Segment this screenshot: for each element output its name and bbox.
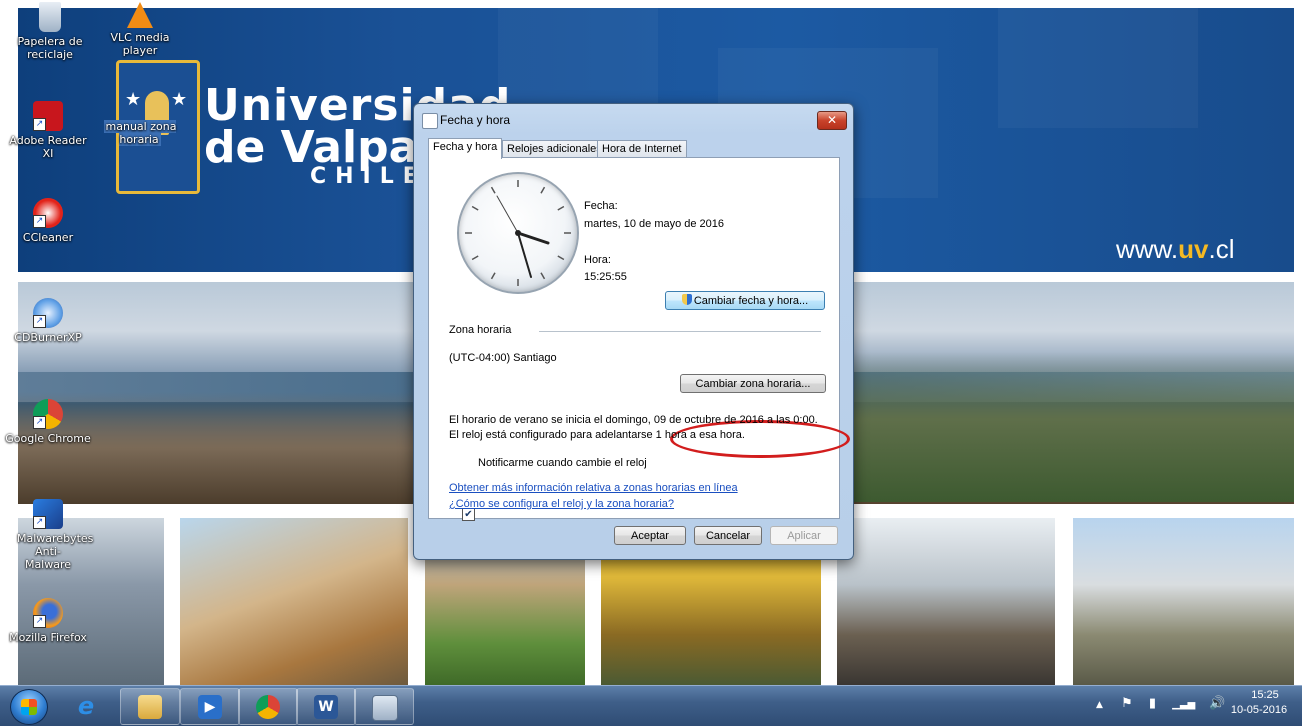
timezone-value: (UTC-04:00) Santiago bbox=[449, 352, 557, 364]
shortcut-arrow-icon: ↗ bbox=[33, 118, 46, 131]
apply-button[interactable]: Aplicar bbox=[770, 526, 838, 545]
ccleaner-icon: ↗ bbox=[33, 198, 63, 228]
adobe-reader-icon: ↗ bbox=[33, 101, 63, 131]
time-value: 15:25:55 bbox=[584, 271, 627, 283]
desktop-icon-ccleaner[interactable]: ↗ CCleaner bbox=[3, 198, 93, 244]
taskbar-internet-explorer[interactable]: e bbox=[57, 688, 115, 723]
shortcut-arrow-icon: ↗ bbox=[33, 315, 46, 328]
desktop-icon-manual-zona-horaria[interactable]: manual zona horaria bbox=[92, 120, 188, 146]
malwarebytes-icon: ↗ bbox=[33, 499, 63, 529]
close-button[interactable]: ✕ bbox=[817, 111, 847, 130]
chrome-icon bbox=[256, 695, 280, 719]
firefox-icon: ↗ bbox=[33, 598, 63, 628]
timezone-divider bbox=[539, 331, 821, 332]
show-hidden-icons-chevron-icon[interactable]: ▲ bbox=[1096, 700, 1103, 710]
link-howto[interactable]: ¿Cómo se configura el reloj y la zona ho… bbox=[449, 498, 674, 510]
change-timezone-button[interactable]: Cambiar zona horaria... bbox=[680, 374, 826, 393]
analog-clock-icon bbox=[457, 172, 579, 294]
cancel-button[interactable]: Cancelar bbox=[694, 526, 762, 545]
university-country: CHILE bbox=[310, 164, 427, 189]
change-date-time-button[interactable]: Cambiar fecha y hora... bbox=[665, 291, 825, 310]
date-label: Fecha: bbox=[584, 200, 618, 212]
desktop-icon-cdburnerxp[interactable]: ↗ CDBurnerXP bbox=[3, 298, 93, 344]
vlc-icon bbox=[127, 2, 153, 28]
word-icon: W bbox=[314, 695, 338, 719]
start-button[interactable] bbox=[10, 689, 48, 725]
taskbar: e ▶ W ▲ ⚑ ▮ ▁▃▅ 🔊 15:25 10-05-2016 bbox=[0, 685, 1302, 726]
taskbar-media-player[interactable]: ▶ bbox=[180, 688, 240, 725]
dst-info-line1: El horario de verano se inicia el doming… bbox=[449, 414, 818, 426]
windows-logo-icon bbox=[21, 699, 37, 715]
shortcut-arrow-icon: ↗ bbox=[33, 215, 46, 228]
date-value: martes, 10 de mayo de 2016 bbox=[584, 218, 725, 230]
tray-clock-time[interactable]: 15:25 bbox=[1235, 689, 1295, 701]
notify-checkbox-label[interactable]: Notificarme cuando cambie el reloj bbox=[478, 457, 647, 469]
campus-photo-5 bbox=[837, 518, 1055, 685]
taskbar-calculator[interactable] bbox=[354, 688, 414, 725]
desktop-icon-recycle-bin[interactable]: Papelera de reciclaje bbox=[5, 2, 95, 61]
chrome-icon: ↗ bbox=[33, 399, 63, 429]
internet-explorer-icon: e bbox=[77, 692, 95, 720]
shortcut-arrow-icon: ↗ bbox=[33, 416, 46, 429]
file-explorer-icon bbox=[138, 695, 162, 719]
power-icon[interactable]: ▮ bbox=[1149, 696, 1156, 711]
dialog-title: Fecha y hora bbox=[440, 113, 511, 127]
tray-clock-date[interactable]: 10-05-2016 bbox=[1220, 704, 1298, 716]
time-label: Hora: bbox=[584, 254, 611, 266]
cdburner-icon: ↗ bbox=[33, 298, 63, 328]
link-more-info[interactable]: Obtener más información relativa a zonas… bbox=[449, 482, 738, 494]
tab-panel-fecha-y-hora: Fecha: martes, 10 de mayo de 2016 Hora: … bbox=[428, 157, 850, 521]
campus-photo-6 bbox=[1073, 518, 1294, 685]
taskbar-word[interactable]: W bbox=[296, 688, 356, 725]
tab-fecha-y-hora[interactable]: Fecha y hora bbox=[428, 138, 503, 159]
shortcut-arrow-icon: ↗ bbox=[33, 516, 46, 529]
network-signal-icon[interactable]: ▁▃▅ bbox=[1172, 699, 1195, 710]
tab-hora-de-internet[interactable]: Hora de Internet bbox=[597, 140, 687, 158]
taskbar-chrome[interactable] bbox=[238, 688, 298, 725]
university-url: www.uv.cl bbox=[1116, 234, 1235, 264]
taskbar-file-explorer[interactable] bbox=[120, 688, 180, 725]
desktop-icon-adobe-reader[interactable]: ↗ Adobe Reader XI bbox=[3, 101, 93, 160]
recycle-bin-icon bbox=[39, 2, 61, 32]
tab-relojes-adicionales[interactable]: Relojes adicionales bbox=[502, 140, 607, 158]
campus-photo-2 bbox=[180, 518, 408, 685]
desktop-icon-vlc[interactable]: VLC media player bbox=[95, 2, 185, 57]
ok-button[interactable]: Aceptar bbox=[614, 526, 686, 545]
desktop-icon-malwarebytes[interactable]: ↗ Malwarebytes Anti-Malware bbox=[3, 499, 93, 571]
clock-face bbox=[465, 180, 571, 286]
timezone-heading: Zona horaria bbox=[449, 324, 512, 336]
system-tray: ▲ ⚑ ▮ ▁▃▅ 🔊 bbox=[1096, 696, 1226, 711]
shortcut-arrow-icon: ↗ bbox=[33, 615, 46, 628]
uac-shield-icon bbox=[681, 294, 692, 305]
desktop-icon-google-chrome[interactable]: ↗ Google Chrome bbox=[3, 399, 93, 445]
clock-calendar-icon bbox=[422, 113, 438, 129]
action-center-flag-icon[interactable]: ⚑ bbox=[1121, 696, 1133, 711]
calculator-icon bbox=[372, 695, 398, 721]
date-time-dialog: Fecha y hora ✕ Fecha y hora Relojes adic… bbox=[413, 103, 854, 560]
dst-info-line2: El reloj está configurado para adelantar… bbox=[449, 429, 745, 441]
media-player-icon: ▶ bbox=[198, 695, 222, 719]
desktop-icon-mozilla-firefox[interactable]: ↗ Mozilla Firefox bbox=[3, 598, 93, 644]
